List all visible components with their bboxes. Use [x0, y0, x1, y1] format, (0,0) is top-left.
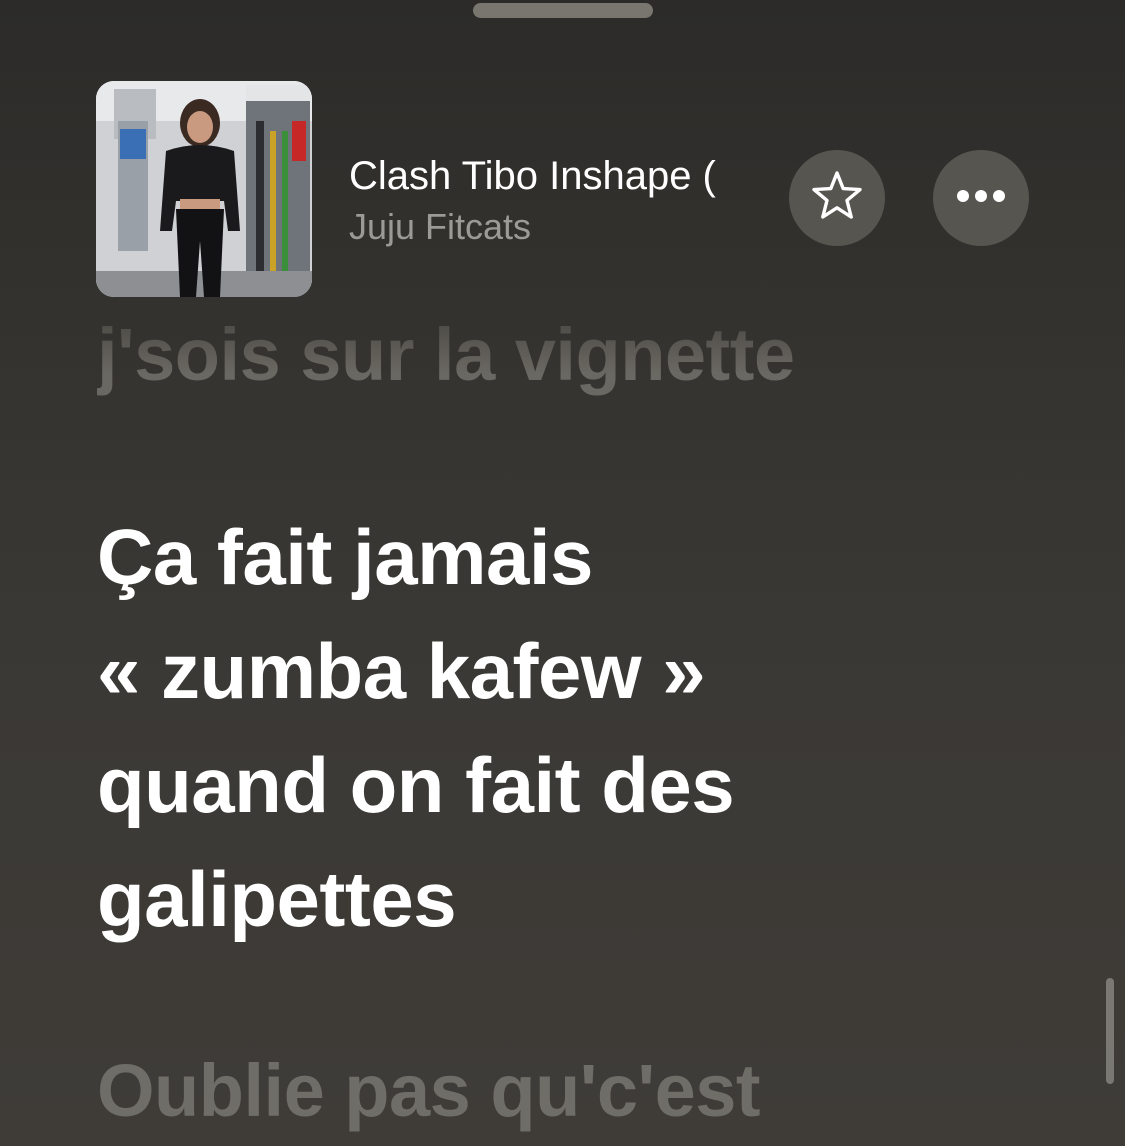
track-title[interactable]: Clash Tibo Inshape (	[349, 151, 779, 201]
lyrics-screen: Clash Tibo Inshape ( Juju Fitcats j'sois…	[0, 0, 1125, 1146]
lyric-line-next[interactable]: Oublie pas qu'c'est	[97, 1036, 761, 1146]
lyric-line-current-3: quand on fait des	[97, 741, 735, 829]
lyric-line-current[interactable]: Ça fait jamais « zumba kafew » quand on …	[97, 500, 917, 956]
sheet-grabber[interactable]	[473, 3, 653, 18]
lyric-line-current-1: Ça fait jamais	[97, 513, 593, 601]
ellipsis-icon	[953, 188, 1009, 209]
album-artwork[interactable]	[96, 81, 312, 297]
more-options-button[interactable]	[933, 150, 1029, 246]
lyric-line-current-2: « zumba kafew »	[97, 627, 706, 715]
star-icon	[809, 168, 865, 229]
favorite-button[interactable]	[789, 150, 885, 246]
scrollbar[interactable]	[1106, 978, 1114, 1084]
lyric-line-previous[interactable]: j'sois sur la vignette	[97, 310, 795, 400]
lyric-line-current-4: galipettes	[97, 855, 457, 943]
track-artist[interactable]: Juju Fitcats	[349, 205, 531, 249]
